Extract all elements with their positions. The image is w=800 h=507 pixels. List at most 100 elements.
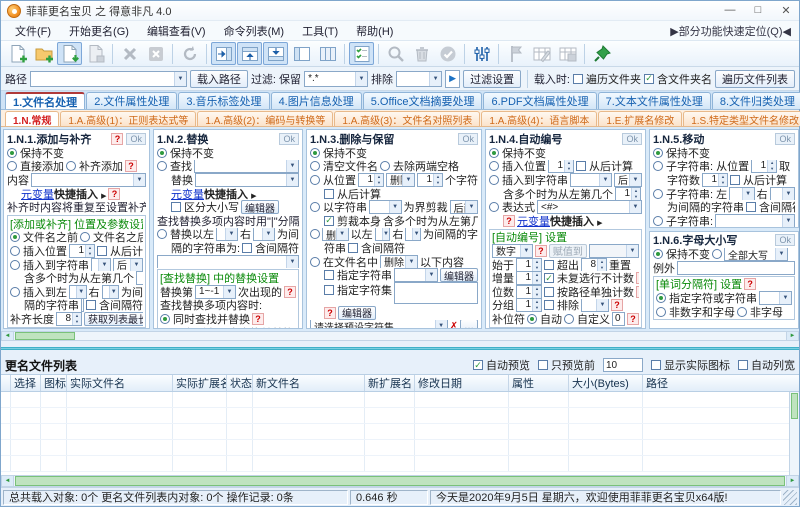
meta-variable-link[interactable]: 元变量快捷插入 ▶ [171, 187, 256, 201]
tab-image-info[interactable]: 4.图片信息处理 [270, 92, 362, 109]
radio-option[interactable]: 保持不变 [310, 146, 367, 160]
radio-option[interactable]: 查找 [157, 160, 192, 173]
left-column-icon[interactable] [289, 42, 314, 65]
add-folder-icon[interactable] [31, 42, 56, 65]
table-save-icon[interactable] [555, 42, 580, 65]
help-button[interactable]: ? [534, 244, 547, 257]
radio-option[interactable]: 替换以左 [157, 228, 214, 241]
pin-icon[interactable] [589, 42, 614, 65]
file-table-vertical-scrollbar[interactable] [789, 392, 799, 475]
help-button[interactable]: ? [611, 299, 623, 312]
combo-box[interactable]: ▼ [101, 284, 119, 299]
help-button[interactable]: ? [111, 132, 124, 145]
columns-icon[interactable] [315, 42, 340, 65]
checkbox[interactable]: 含间隔符 [348, 241, 405, 255]
minimize-button[interactable]: — [723, 4, 737, 17]
radio-option[interactable]: 以字符串 [310, 200, 367, 214]
combo-box[interactable]: 后▼ [81, 298, 84, 313]
tab-text-attr[interactable]: 7.文本文件属性处理 [597, 92, 711, 109]
radio-option[interactable]: 去除两端空格 [380, 160, 459, 173]
path-combobox[interactable]: ▼ [30, 70, 187, 87]
tab-office-summary[interactable]: 5.Office文档摘要处理 [362, 92, 483, 109]
combo-box[interactable]: ▼ [581, 298, 609, 313]
col-row-selector[interactable] [1, 375, 11, 391]
combo-box[interactable]: ▼ [369, 200, 402, 214]
combo-box[interactable]: 后面▼ [449, 200, 478, 214]
table-row[interactable] [1, 440, 789, 456]
combo-box[interactable]: 删除▼ [380, 254, 418, 269]
show-real-icons-checkbox[interactable]: 显示实际图标 [651, 357, 730, 373]
tab-music-tag[interactable]: 3.音乐标签处理 [178, 92, 270, 109]
show-right-panel-icon[interactable] [211, 42, 236, 65]
ok-button[interactable]: Ok [126, 132, 146, 145]
radio-option[interactable]: 保持不变 [489, 146, 546, 160]
subtab-adv4-script[interactable]: 1.A.高级(4)：语言脚本 [481, 111, 598, 127]
radio-option[interactable]: 保持不变 [157, 146, 214, 160]
radio-option[interactable]: 插入位置 [489, 160, 546, 173]
trash-icon[interactable] [409, 42, 434, 65]
traverse-file-list-button[interactable]: 遍历文件列表 [714, 69, 795, 88]
subtab-extension[interactable]: 1.E.扩展名修改 [598, 111, 683, 127]
combo-box[interactable]: ▼ [715, 213, 795, 227]
filter-settings-button[interactable]: 过滤设置 [463, 69, 522, 88]
table-row[interactable] [1, 424, 789, 440]
apply-check-icon[interactable] [435, 42, 460, 65]
combo-box[interactable]: ▼ [216, 227, 238, 242]
table-row[interactable] [1, 408, 789, 424]
preview-count-input[interactable]: 10 [603, 358, 643, 372]
help-button[interactable]: ? [252, 312, 264, 325]
maximize-button[interactable]: □ [751, 4, 765, 17]
radio-option[interactable]: 文件名之后 [80, 231, 143, 244]
radio-option[interactable]: 文件名之前 [10, 231, 78, 244]
checkbox[interactable]: 排除 [544, 299, 579, 312]
radio-option[interactable]: 在文件名中 [310, 255, 378, 268]
combo-box[interactable]: ▼ [588, 244, 639, 258]
button[interactable]: 编辑器 [241, 200, 279, 214]
col-path[interactable]: 路径 [643, 375, 799, 391]
radio-option[interactable]: 插入到左 [10, 285, 67, 299]
combo-box[interactable]: 数字 ▼ [492, 244, 533, 258]
help-button[interactable]: ? [636, 272, 639, 285]
exclude-filter-combobox[interactable]: ▼ [396, 70, 443, 87]
refresh-icon[interactable] [177, 42, 202, 65]
radio-option[interactable]: 插入位置 [10, 244, 67, 258]
search-icon[interactable] [383, 42, 408, 65]
checkbox[interactable]: 超出 [544, 258, 579, 271]
combo-box[interactable]: 全部大写 ▼ [724, 247, 788, 262]
radio-option[interactable]: 自动 [527, 312, 562, 326]
tab-pdf-attr[interactable]: 6.PDF文档属性处理 [483, 92, 597, 109]
checkbox[interactable]: 从后计算 [97, 244, 143, 258]
ok-button[interactable]: Ok [279, 132, 299, 145]
number-spinner[interactable]: 1▲▼ [516, 271, 542, 285]
text-input[interactable]: 0 [612, 312, 625, 326]
apply-filter-play-icon[interactable]: ▶ [445, 69, 461, 88]
checklist-icon[interactable] [349, 42, 374, 65]
ok-button[interactable]: Ok [775, 132, 795, 145]
radio-option[interactable]: 指定字符或字符串 [656, 291, 757, 305]
button[interactable]: 获取列表最长 [84, 312, 143, 326]
checkbox[interactable]: ✓ 未复选行不计数 [544, 271, 634, 285]
combo-box[interactable]: ▼ [253, 227, 275, 242]
scrollbar-thumb[interactable] [15, 332, 75, 340]
button[interactable]: 编辑器 [338, 305, 376, 320]
auto-column-width-checkbox[interactable]: 自动列宽 [738, 357, 795, 373]
radio-option[interactable]: 清空文件名 [310, 160, 378, 173]
radio-option[interactable]: 子字符串: 左 [653, 187, 727, 200]
show-top-panel-icon[interactable] [237, 42, 262, 65]
combo-box[interactable]: ▼ [69, 284, 87, 299]
combo-box[interactable]: 后▼ [614, 173, 642, 187]
checkbox[interactable]: 含间隔符 [86, 299, 143, 312]
checkbox[interactable]: 含间隔符 [746, 200, 795, 214]
radio-option[interactable]: 补齐添加 [66, 160, 123, 173]
help-button[interactable]: ? [125, 160, 137, 173]
col-icon[interactable]: 图标 [41, 375, 67, 391]
subtab-adv2-encoding[interactable]: 1.A.高级(2)：编码与转换等 [197, 111, 334, 127]
menu-item-file[interactable]: 文件(F) [7, 22, 59, 40]
combo-box[interactable]: 后▼ [113, 257, 143, 272]
close-button[interactable]: ✕ [779, 4, 793, 17]
radio-option[interactable]: 子字符串: [653, 214, 713, 227]
checkbox[interactable]: 含间隔符 [242, 241, 299, 255]
menu-item-help[interactable]: 帮助(H) [348, 22, 401, 40]
tab-file-attr[interactable]: 2.文件属性处理 [86, 92, 178, 109]
number-spinner[interactable]: 1▲▼ [358, 173, 384, 187]
